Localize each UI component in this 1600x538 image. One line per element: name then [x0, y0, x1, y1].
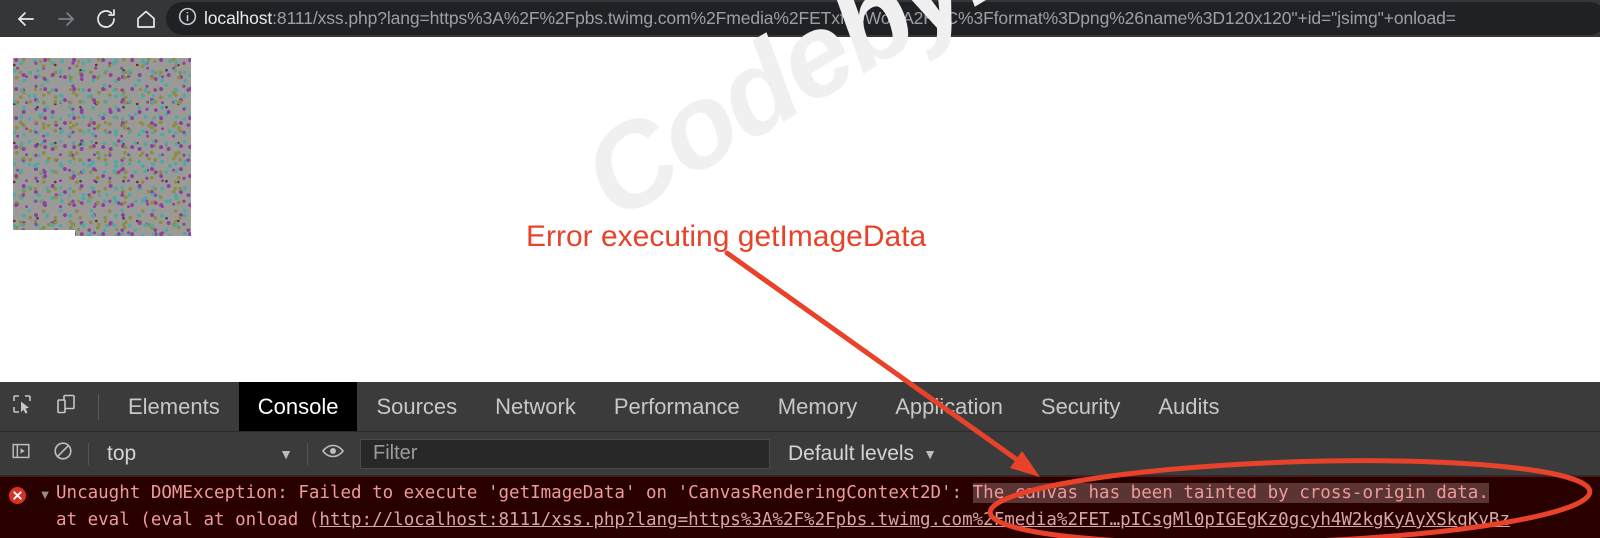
url-host: localhost: [204, 8, 273, 28]
annotation-label: Error executing getImageData: [526, 220, 927, 253]
arrow-right-icon: [54, 7, 78, 31]
home-button[interactable]: [126, 0, 166, 37]
clear-console-icon: [52, 440, 74, 467]
reload-icon: [94, 7, 118, 31]
reload-button[interactable]: [86, 0, 126, 37]
tab-network[interactable]: Network: [476, 382, 595, 431]
expand-toggle[interactable]: ▼: [34, 480, 56, 501]
device-toolbar-button[interactable]: [44, 382, 88, 431]
image-notch: [13, 230, 75, 238]
tab-audits[interactable]: Audits: [1139, 382, 1238, 431]
inspect-element-icon: [10, 392, 34, 421]
console-toolbar: top ▼ Filter Default levels ▼: [0, 432, 1600, 476]
forward-button[interactable]: [46, 0, 86, 37]
toolbar-divider: [307, 442, 308, 465]
tab-elements[interactable]: Elements: [109, 382, 239, 431]
chevron-down-icon: ▼: [279, 445, 293, 462]
execution-context-value: top: [107, 441, 137, 465]
tab-sources[interactable]: Sources: [357, 382, 476, 431]
log-levels-select[interactable]: Default levels ▼: [788, 442, 937, 466]
browser-window: localhost:8111/xss.php?lang=https%3A%2F%…: [0, 0, 1600, 538]
error-text-highlight: The canvas has been tainted by cross-ori…: [972, 483, 1489, 503]
console-error-line-2: at eval (eval at onload (http://localhos…: [56, 507, 1600, 534]
error-text-prefix: Uncaught DOMException: Failed to execute…: [56, 483, 973, 503]
clear-console-button[interactable]: [42, 432, 84, 475]
triangle-down-icon: ▼: [38, 487, 52, 502]
tab-console[interactable]: Console: [238, 382, 358, 431]
log-levels-value: Default levels: [788, 441, 915, 465]
devtools-panel: Elements Console Sources Network Performance…: [0, 382, 1600, 538]
inspect-element-button[interactable]: [0, 382, 44, 431]
toolbar-divider: [88, 442, 89, 465]
devtools-tabbar: Elements Console Sources Network Performance…: [0, 382, 1600, 432]
toolbar-divider: [98, 393, 99, 420]
devtools-tab-list: Elements Console Sources Network Performance…: [109, 382, 1239, 431]
tab-performance[interactable]: Performance: [595, 382, 759, 431]
error-circle-icon: [8, 486, 27, 510]
execution-context-select[interactable]: top ▼: [93, 432, 303, 475]
stack-source-link[interactable]: http://localhost:8111/xss.php?lang=https…: [319, 510, 1510, 530]
console-message-list: ▼ Uncaught DOMException: Failed to execu…: [0, 476, 1600, 538]
stack-prefix: at eval (eval at onload (: [56, 510, 320, 530]
home-icon: [134, 7, 158, 31]
live-expression-eye-icon: [321, 441, 345, 466]
info-circle-icon: [177, 6, 198, 32]
console-error-message[interactable]: ▼ Uncaught DOMException: Failed to execu…: [0, 477, 1600, 534]
chevron-down-icon: ▼: [923, 445, 937, 462]
live-expression-button[interactable]: [312, 432, 354, 475]
noise-image: [13, 58, 191, 236]
error-icon-cell: [0, 480, 34, 510]
tab-application[interactable]: Application: [876, 382, 1022, 431]
console-error-line-1: Uncaught DOMException: Failed to execute…: [56, 480, 1600, 507]
device-toolbar-icon: [54, 392, 78, 421]
site-info-button[interactable]: [170, 6, 204, 32]
tab-security[interactable]: Security: [1022, 382, 1139, 431]
arrow-left-icon: [14, 7, 38, 31]
console-sidebar-icon: [10, 440, 32, 467]
console-filter-placeholder: Filter: [373, 442, 418, 464]
console-sidebar-button[interactable]: [0, 432, 42, 475]
tab-memory[interactable]: Memory: [759, 382, 876, 431]
back-button[interactable]: [6, 0, 46, 37]
console-filter-input[interactable]: Filter: [360, 438, 770, 469]
